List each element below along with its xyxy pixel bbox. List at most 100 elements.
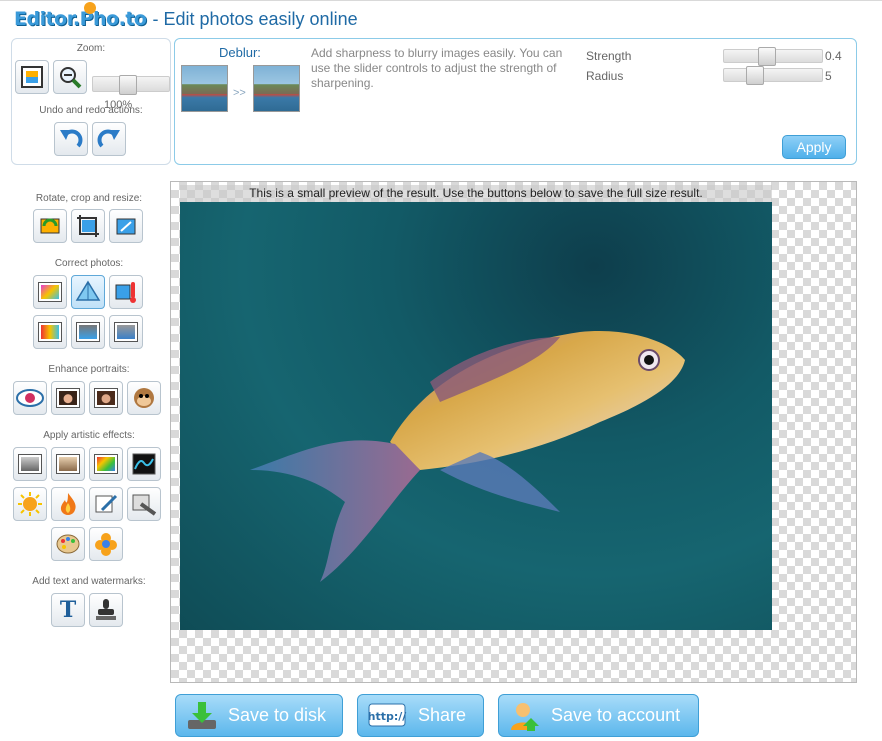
preview-note: This is a small preview of the result. U… (180, 185, 772, 202)
stamp-icon (96, 599, 116, 620)
resize-button[interactable] (109, 209, 143, 243)
app-header: Editor.Pho.to - Edit photos easily onlin… (14, 2, 358, 34)
logo-sun-icon (84, 2, 96, 14)
logo-text: Editor.Pho.to (14, 8, 147, 30)
magnifier-icon (60, 67, 82, 89)
decoration-effect-button[interactable] (89, 527, 123, 561)
temperature-button[interactable] (109, 275, 143, 309)
zoom-label: Zoom: (76, 43, 106, 54)
monkey-face-icon (134, 388, 154, 408)
strength-slider[interactable] (723, 47, 823, 66)
tool-description: Add sharpness to blurry images easily. Y… (311, 46, 563, 90)
strength-value: 0.4 (825, 49, 842, 63)
undo-button[interactable] (54, 122, 88, 156)
palette-icon (56, 534, 80, 554)
undo-redo-label: Undo and redo actions: (39, 105, 143, 116)
account-upload-icon (511, 702, 539, 731)
fire-effect-button[interactable] (51, 487, 85, 521)
curves-icon (132, 453, 156, 475)
http-share-icon: http:// (368, 703, 407, 726)
strength-slider-thumb[interactable] (758, 47, 776, 66)
http-share-icon-text: http:// (368, 710, 407, 723)
frame-brush-icon (132, 494, 157, 516)
sunlight-effect-button[interactable] (13, 487, 47, 521)
zoom-slider-thumb[interactable] (119, 75, 137, 95)
thermometer-icon (115, 282, 136, 303)
color-levels-icon (39, 323, 61, 341)
deblur-button[interactable] (71, 275, 105, 309)
skin-smooth-button[interactable] (51, 381, 85, 415)
text-icon: T (59, 597, 77, 623)
share-label: Share (418, 705, 467, 725)
eye-icon (16, 389, 44, 407)
fish-image (250, 331, 685, 582)
radius-slider-thumb[interactable] (746, 66, 764, 85)
correct-photos-label: Correct photos: (54, 258, 124, 269)
watermark-button[interactable] (89, 593, 123, 627)
redo-button[interactable] (92, 122, 126, 156)
artistic-effects-label: Apply artistic effects: (43, 430, 135, 441)
radius-slider[interactable] (723, 66, 823, 85)
text-watermarks-label: Add text and watermarks: (32, 576, 146, 587)
tool-settings-panel: Deblur: >> Add sharpness to blurry image… (174, 38, 857, 165)
color-levels-button[interactable] (33, 315, 67, 349)
before-thumbnail (181, 65, 228, 112)
add-text-button[interactable]: T (51, 593, 85, 627)
photo-preview (180, 202, 772, 630)
undo-icon (60, 129, 83, 148)
zoom-undo-panel: Zoom: 100% Undo and redo actions: (11, 38, 171, 165)
sepia-icon (57, 455, 79, 473)
save-to-account-label: Save to account (551, 705, 681, 725)
sepia-effect-button[interactable] (51, 447, 85, 481)
redo-icon (97, 129, 120, 148)
face-fun-button[interactable] (127, 381, 161, 415)
radius-value: 5 (825, 69, 832, 83)
tool-title: Deblur: (219, 45, 261, 60)
exposure-icon (77, 323, 99, 341)
save-to-account-button[interactable]: Save to account (498, 694, 699, 737)
frame-effect-button[interactable] (127, 487, 161, 521)
grayscale-icon (19, 455, 41, 473)
save-to-disk-label: Save to disk (228, 705, 327, 725)
rotate-icon (40, 218, 60, 234)
share-button[interactable]: http:// Share (357, 694, 484, 737)
auto-correct-icon (39, 283, 61, 301)
page-tagline: - Edit photos easily online (152, 8, 358, 29)
after-thumbnail (253, 65, 300, 112)
rotate-crop-resize-label: Rotate, crop and resize: (35, 193, 143, 204)
crop-button[interactable] (71, 209, 105, 243)
fit-to-screen-button[interactable] (15, 60, 49, 94)
crop-icon (77, 215, 99, 237)
grayscale-effect-button[interactable] (13, 447, 47, 481)
contrast-icon (115, 323, 137, 341)
zoom-slider[interactable] (92, 75, 170, 95)
site-logo[interactable]: Editor.Pho.to (14, 2, 147, 30)
fit-to-screen-icon (21, 66, 43, 88)
before-after-arrows: >> (233, 87, 246, 99)
flame-icon (60, 493, 76, 515)
face-icon (57, 389, 79, 407)
contrast-button[interactable] (109, 315, 143, 349)
portrait-icon (95, 389, 117, 407)
auto-correct-button[interactable] (33, 275, 67, 309)
resize-icon (116, 218, 136, 235)
sketch-effect-button[interactable] (89, 487, 123, 521)
top-divider (0, 0, 882, 1)
rotate-button[interactable] (33, 209, 67, 243)
flower-icon (95, 533, 117, 556)
strength-label: Strength (586, 49, 632, 63)
radius-label: Radius (586, 69, 624, 83)
rainbow-icon (95, 455, 117, 473)
image-canvas[interactable]: This is a small preview of the result. U… (170, 181, 857, 683)
curves-effect-button[interactable] (127, 447, 161, 481)
zoom-button[interactable] (53, 60, 87, 94)
save-to-disk-button[interactable]: Save to disk (175, 694, 343, 737)
sun-icon (18, 492, 42, 516)
download-icon (188, 701, 216, 729)
exposure-button[interactable] (71, 315, 105, 349)
apply-button[interactable]: Apply (782, 135, 846, 159)
face-retouch-button[interactable] (89, 381, 123, 415)
color-effect-button[interactable] (89, 447, 123, 481)
red-eye-button[interactable] (13, 381, 47, 415)
painting-effect-button[interactable] (51, 527, 85, 561)
